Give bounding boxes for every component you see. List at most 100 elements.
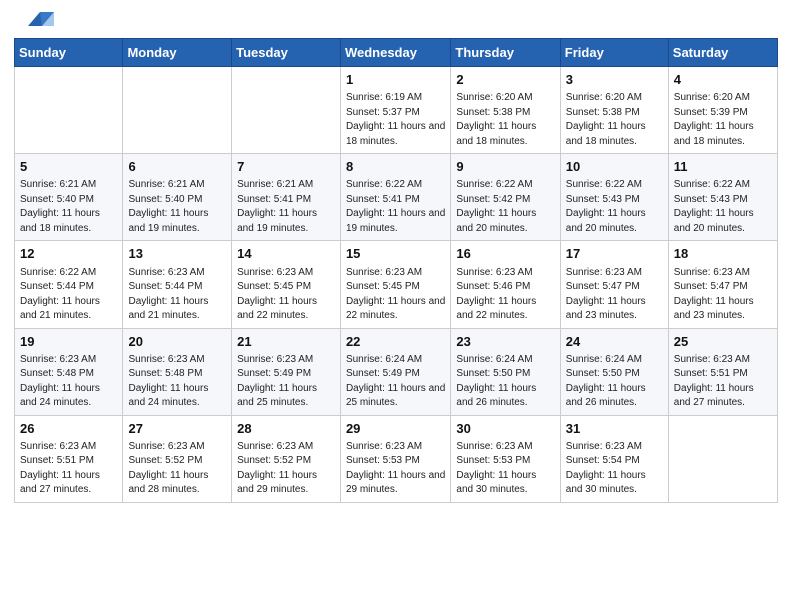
- weekday-header-sunday: Sunday: [15, 39, 123, 67]
- day-info: Sunrise: 6:23 AM Sunset: 5:44 PM Dayligh…: [128, 266, 226, 324]
- day-number: 18: [674, 245, 772, 263]
- calendar-cell: 13Sunrise: 6:23 AM Sunset: 5:44 PM Dayli…: [123, 241, 232, 328]
- day-number: 14: [237, 245, 335, 263]
- calendar-cell: [232, 67, 341, 154]
- day-info: Sunrise: 6:21 AM Sunset: 5:40 PM Dayligh…: [128, 178, 226, 236]
- day-info: Sunrise: 6:21 AM Sunset: 5:40 PM Dayligh…: [20, 178, 117, 236]
- day-number: 23: [456, 333, 554, 351]
- day-number: 9: [456, 158, 554, 176]
- calendar-cell: 10 Sunrise: 6:22 AM Sunset: 5:43 PM Dayli…: [560, 154, 668, 241]
- calendar-cell: 22 Sunrise: 6:24 AM Sunset: 5:49 PM Dayli…: [340, 328, 450, 415]
- day-number: 19: [20, 333, 117, 351]
- calendar-cell: 15 Sunrise: 6:23 AM Sunset: 5:45 PM Dayli…: [340, 241, 450, 328]
- calendar-cell: 1 Sunrise: 6:19 AM Sunset: 5:37 PM Daylig…: [340, 67, 450, 154]
- day-info: Sunrise: 6:24 AM Sunset: 5:50 PM Dayligh…: [566, 353, 663, 411]
- calendar-cell: 31 Sunrise: 6:23 AM Sunset: 5:54 PM Dayli…: [560, 415, 668, 502]
- calendar-cell: [668, 415, 777, 502]
- calendar-cell: 24 Sunrise: 6:24 AM Sunset: 5:50 PM Dayli…: [560, 328, 668, 415]
- day-number: 1: [346, 71, 445, 89]
- day-info: Sunrise: 6:23 AM Sunset: 5:49 PM Dayligh…: [237, 353, 335, 411]
- header: [14, 10, 778, 30]
- day-number: 6: [128, 158, 226, 176]
- day-info: Sunrise: 6:23 AM Sunset: 5:51 PM Dayligh…: [20, 440, 117, 498]
- day-number: 21: [237, 333, 335, 351]
- day-number: 27: [128, 420, 226, 438]
- day-info: Sunrise: 6:22 AM Sunset: 5:43 PM Dayligh…: [566, 178, 663, 236]
- calendar-cell: 3 Sunrise: 6:20 AM Sunset: 5:38 PM Daylig…: [560, 67, 668, 154]
- day-info: Sunrise: 6:24 AM Sunset: 5:50 PM Dayligh…: [456, 353, 554, 411]
- calendar-header-row: SundayMondayTuesdayWednesdayThursdayFrid…: [15, 39, 778, 67]
- day-info: Sunrise: 6:23 AM Sunset: 5:53 PM Dayligh…: [456, 440, 554, 498]
- calendar-cell: 5 Sunrise: 6:21 AM Sunset: 5:40 PM Daylig…: [15, 154, 123, 241]
- day-number: 25: [674, 333, 772, 351]
- calendar-cell: 28Sunrise: 6:23 AM Sunset: 5:52 PM Dayli…: [232, 415, 341, 502]
- day-info: Sunrise: 6:22 AM Sunset: 5:41 PM Dayligh…: [346, 178, 445, 236]
- day-number: 4: [674, 71, 772, 89]
- day-info: Sunrise: 6:23 AM Sunset: 5:47 PM Dayligh…: [674, 266, 772, 324]
- day-number: 3: [566, 71, 663, 89]
- day-number: 17: [566, 245, 663, 263]
- day-number: 30: [456, 420, 554, 438]
- day-info: Sunrise: 6:22 AM Sunset: 5:42 PM Dayligh…: [456, 178, 554, 236]
- day-info: Sunrise: 6:23 AM Sunset: 5:45 PM Dayligh…: [237, 266, 335, 324]
- day-info: Sunrise: 6:19 AM Sunset: 5:37 PM Dayligh…: [346, 91, 445, 149]
- logo: [14, 14, 56, 30]
- calendar-week-row: 26Sunrise: 6:23 AM Sunset: 5:51 PM Dayli…: [15, 415, 778, 502]
- day-number: 31: [566, 420, 663, 438]
- day-info: Sunrise: 6:24 AM Sunset: 5:49 PM Dayligh…: [346, 353, 445, 411]
- calendar-cell: 30 Sunrise: 6:23 AM Sunset: 5:53 PM Dayli…: [451, 415, 560, 502]
- calendar-cell: 27Sunrise: 6:23 AM Sunset: 5:52 PM Dayli…: [123, 415, 232, 502]
- calendar-cell: 2Sunrise: 6:20 AM Sunset: 5:38 PM Daylig…: [451, 67, 560, 154]
- day-number: 10: [566, 158, 663, 176]
- calendar-cell: 21 Sunrise: 6:23 AM Sunset: 5:49 PM Dayli…: [232, 328, 341, 415]
- calendar-cell: 8 Sunrise: 6:22 AM Sunset: 5:41 PM Daylig…: [340, 154, 450, 241]
- day-number: 15: [346, 245, 445, 263]
- logo-icon: [18, 8, 56, 30]
- calendar-cell: 29 Sunrise: 6:23 AM Sunset: 5:53 PM Dayli…: [340, 415, 450, 502]
- calendar-cell: 26Sunrise: 6:23 AM Sunset: 5:51 PM Dayli…: [15, 415, 123, 502]
- calendar-cell: [123, 67, 232, 154]
- day-number: 11: [674, 158, 772, 176]
- day-number: 29: [346, 420, 445, 438]
- page: SundayMondayTuesdayWednesdayThursdayFrid…: [0, 0, 792, 612]
- day-info: Sunrise: 6:23 AM Sunset: 5:51 PM Dayligh…: [674, 353, 772, 411]
- calendar-week-row: 12Sunrise: 6:22 AM Sunset: 5:44 PM Dayli…: [15, 241, 778, 328]
- calendar-cell: 25 Sunrise: 6:23 AM Sunset: 5:51 PM Dayli…: [668, 328, 777, 415]
- calendar-cell: 11Sunrise: 6:22 AM Sunset: 5:43 PM Dayli…: [668, 154, 777, 241]
- day-info: Sunrise: 6:23 AM Sunset: 5:46 PM Dayligh…: [456, 266, 554, 324]
- calendar-cell: 4 Sunrise: 6:20 AM Sunset: 5:39 PM Daylig…: [668, 67, 777, 154]
- weekday-header-saturday: Saturday: [668, 39, 777, 67]
- day-number: 22: [346, 333, 445, 351]
- calendar-week-row: 1 Sunrise: 6:19 AM Sunset: 5:37 PM Daylig…: [15, 67, 778, 154]
- weekday-header-monday: Monday: [123, 39, 232, 67]
- calendar-cell: 9 Sunrise: 6:22 AM Sunset: 5:42 PM Daylig…: [451, 154, 560, 241]
- day-info: Sunrise: 6:23 AM Sunset: 5:53 PM Dayligh…: [346, 440, 445, 498]
- day-number: 24: [566, 333, 663, 351]
- calendar-cell: 6 Sunrise: 6:21 AM Sunset: 5:40 PM Daylig…: [123, 154, 232, 241]
- weekday-header-thursday: Thursday: [451, 39, 560, 67]
- calendar-cell: 20 Sunrise: 6:23 AM Sunset: 5:48 PM Dayli…: [123, 328, 232, 415]
- day-info: Sunrise: 6:23 AM Sunset: 5:54 PM Dayligh…: [566, 440, 663, 498]
- day-number: 5: [20, 158, 117, 176]
- weekday-header-wednesday: Wednesday: [340, 39, 450, 67]
- calendar-week-row: 19 Sunrise: 6:23 AM Sunset: 5:48 PM Dayli…: [15, 328, 778, 415]
- day-info: Sunrise: 6:23 AM Sunset: 5:45 PM Dayligh…: [346, 266, 445, 324]
- day-info: Sunrise: 6:20 AM Sunset: 5:39 PM Dayligh…: [674, 91, 772, 149]
- day-number: 7: [237, 158, 335, 176]
- day-info: Sunrise: 6:23 AM Sunset: 5:48 PM Dayligh…: [20, 353, 117, 411]
- day-number: 12: [20, 245, 117, 263]
- day-info: Sunrise: 6:23 AM Sunset: 5:48 PM Dayligh…: [128, 353, 226, 411]
- day-info: Sunrise: 6:23 AM Sunset: 5:47 PM Dayligh…: [566, 266, 663, 324]
- calendar-cell: 23 Sunrise: 6:24 AM Sunset: 5:50 PM Dayli…: [451, 328, 560, 415]
- day-info: Sunrise: 6:21 AM Sunset: 5:41 PM Dayligh…: [237, 178, 335, 236]
- weekday-header-friday: Friday: [560, 39, 668, 67]
- calendar-week-row: 5 Sunrise: 6:21 AM Sunset: 5:40 PM Daylig…: [15, 154, 778, 241]
- calendar-table: SundayMondayTuesdayWednesdayThursdayFrid…: [14, 38, 778, 503]
- calendar-cell: 16Sunrise: 6:23 AM Sunset: 5:46 PM Dayli…: [451, 241, 560, 328]
- calendar-cell: 18 Sunrise: 6:23 AM Sunset: 5:47 PM Dayli…: [668, 241, 777, 328]
- day-info: Sunrise: 6:20 AM Sunset: 5:38 PM Dayligh…: [456, 91, 554, 149]
- day-number: 8: [346, 158, 445, 176]
- day-info: Sunrise: 6:20 AM Sunset: 5:38 PM Dayligh…: [566, 91, 663, 149]
- day-number: 20: [128, 333, 226, 351]
- calendar-cell: 14 Sunrise: 6:23 AM Sunset: 5:45 PM Dayli…: [232, 241, 341, 328]
